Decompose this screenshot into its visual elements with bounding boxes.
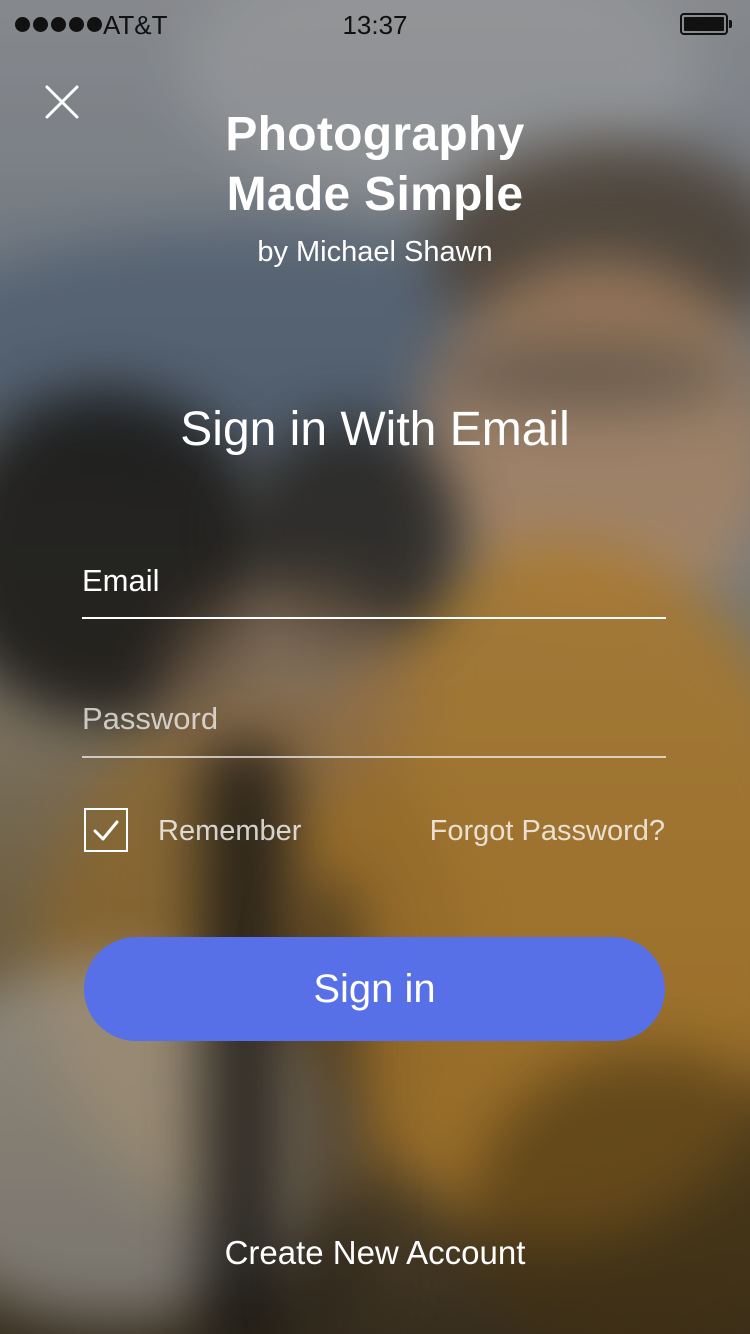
password-field[interactable] <box>82 689 666 749</box>
create-account-link[interactable]: Create New Account <box>0 1234 750 1272</box>
email-field[interactable] <box>82 551 666 611</box>
battery-icon <box>680 13 732 35</box>
author-byline: by Michael Shawn <box>257 236 493 268</box>
remember-checkbox[interactable] <box>84 808 128 852</box>
form-heading: Sign in With Email <box>180 403 570 456</box>
app-title: Photography Made Simple <box>0 105 750 225</box>
sign-in-screen: AT&T 13:37 Photography Made Simple by Mi… <box>0 0 750 1334</box>
password-underline <box>82 756 666 758</box>
sign-in-button[interactable]: Sign in <box>84 937 665 1041</box>
forgot-password-link[interactable]: Forgot Password? <box>430 815 665 848</box>
checkmark-icon <box>93 820 119 841</box>
email-underline <box>82 617 666 619</box>
remember-label: Remember <box>158 815 302 847</box>
app-title-line2: Made Simple <box>226 168 524 221</box>
app-title-line1: Photography <box>225 108 525 161</box>
status-time: 13:37 <box>342 10 408 40</box>
status-bar: AT&T 13:37 <box>0 0 750 50</box>
